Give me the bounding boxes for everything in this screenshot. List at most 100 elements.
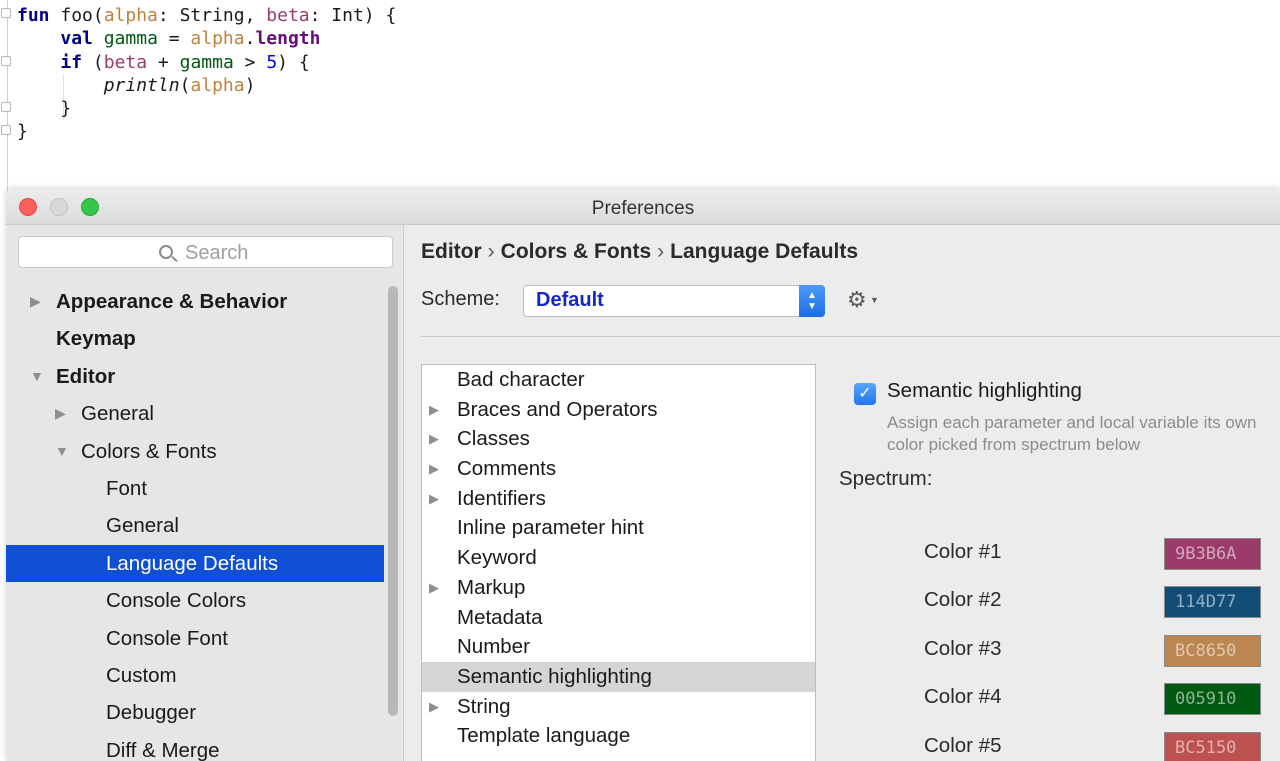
code-line[interactable]: } [17,120,396,143]
sidebar-item[interactable]: ▼ Editor [6,358,384,395]
collapsed-arrow-icon[interactable]: ▶ [429,395,439,425]
search-placeholder: Search [185,242,249,264]
sidebar-item[interactable]: Debugger [6,694,384,731]
spectrum-color-row: Color #5 BC5150 [924,731,1264,761]
sidebar-item[interactable]: ▶ General [6,395,384,432]
attribute-category-list[interactable]: Bad character ▶ Braces and Operators ▶ Class… [421,364,816,761]
code-line[interactable]: } [17,97,396,120]
search-input[interactable]: Search [18,236,393,268]
sidebar-scrollbar[interactable] [385,280,400,761]
collapsed-arrow-icon[interactable]: ▶ [429,424,439,454]
scheme-label: Scheme: [421,288,500,310]
title-bar[interactable]: Preferences [6,189,1280,225]
sidebar-item[interactable]: Diff & Merge [6,732,384,761]
collapsed-arrow-icon[interactable]: ▶ [55,395,66,432]
divider [421,336,1280,337]
fold-marker-icon[interactable] [1,102,11,112]
sidebar-item[interactable]: Font [6,470,384,507]
category-item[interactable]: Number [422,632,815,662]
scrollbar-thumb[interactable] [388,286,398,716]
collapsed-arrow-icon[interactable]: ▶ [429,573,439,603]
color-swatch-button[interactable]: 114D77 [1164,586,1261,619]
sidebar-item[interactable]: ▶ Appearance & Behavior [6,283,384,320]
color-swatch-button[interactable]: 005910 [1164,683,1261,716]
code-token: alpha [103,5,158,26]
collapsed-arrow-icon[interactable]: ▶ [429,454,439,484]
spectrum-label: Spectrum: [839,467,933,490]
category-item-label: Braces and Operators [457,397,658,421]
code-token: ) [244,74,256,96]
fold-marker-icon[interactable] [1,125,11,135]
code-line[interactable]: val gamma = alpha.length [17,27,396,50]
category-item[interactable]: Semantic highlighting [422,661,815,692]
sidebar-item[interactable]: Custom [6,657,384,694]
category-item[interactable]: Bad character [422,365,815,395]
code-token: } [17,98,72,120]
category-item[interactable]: ▶ Identifiers [422,484,815,514]
fold-marker-icon[interactable] [1,56,11,66]
sidebar-item-label: Font [106,476,148,500]
collapsed-arrow-icon[interactable]: ▶ [429,484,439,514]
category-item[interactable]: ▶ Braces and Operators [422,395,815,425]
sidebar-item-label: Editor [56,364,116,388]
code-token: ) { [277,51,310,73]
code-editor[interactable]: fun foo(alpha: String, beta: Int) { val … [0,0,1280,190]
sidebar-item[interactable]: Language Defaults [6,544,384,583]
category-item-label: Metadata [457,605,543,629]
code-token: 5 [266,51,278,73]
sidebar-item-label: General [106,514,179,538]
spectrum-color-label: Color #2 [924,588,1002,612]
collapsed-arrow-icon[interactable]: ▶ [429,692,439,722]
category-item[interactable]: Inline parameter hint [422,513,815,543]
expanded-arrow-icon[interactable]: ▼ [55,433,69,470]
collapsed-arrow-icon[interactable]: ▶ [30,283,41,320]
sidebar-item[interactable]: Console Font [6,620,384,657]
category-item[interactable]: ▶ String [422,692,815,722]
code-line[interactable]: fun foo(alpha: String, beta: Int) { [17,4,396,27]
breadcrumb-item: Colors & Fonts [500,240,652,263]
scheme-value: Default [536,289,604,311]
code-token: > [233,51,267,73]
expanded-arrow-icon[interactable]: ▼ [30,358,44,395]
code-line[interactable]: if (beta + gamma > 5) { [17,51,396,74]
color-swatch-button[interactable]: BC5150 [1164,731,1261,761]
settings-content: Editor › Colors & Fonts › Language Defaults … [405,225,1280,761]
sidebar-item-label: General [81,402,154,426]
scheme-dropdown[interactable]: Default ▲ ▼ [523,285,825,317]
breadcrumb-item: Editor [421,240,482,263]
spectrum-color-label: Color #1 [924,540,1002,563]
code-token: length [255,28,321,50]
sidebar-item-label: Keymap [56,327,136,351]
category-item[interactable]: ▶ Markup [422,573,815,603]
gear-icon[interactable]: ⚙ [847,287,867,313]
spectrum-color-row: Color #3 BC8650 [924,634,1264,667]
code-line[interactable]: println(alpha) [17,74,396,97]
fold-marker-icon[interactable] [1,8,11,18]
caret-down-icon[interactable]: ▼ [870,295,879,305]
chevron-updown-icon[interactable]: ▲ ▼ [799,285,825,317]
color-swatch-button[interactable]: 9B3B6A [1164,538,1261,570]
category-item[interactable]: ▶ Comments [422,454,815,484]
category-item[interactable]: Template language [422,721,815,751]
sidebar-item-label: Language Defaults [106,551,279,575]
spectrum-color-row: Color #4 005910 [924,683,1264,716]
code-token: gamma [103,28,158,50]
code-token: beta [266,5,310,26]
sidebar-item[interactable]: ▼ Colors & Fonts [6,433,384,470]
category-item-label: Semantic highlighting [457,664,652,688]
category-item[interactable]: ▶ Classes [422,424,815,454]
spectrum-color-label: Color #4 [924,685,1002,709]
code-token: alpha [190,74,245,96]
code-text[interactable]: fun foo(alpha: String, beta: Int) { val … [17,4,396,144]
category-item[interactable]: Keyword [422,543,815,573]
semantic-highlighting-checkbox[interactable]: ✓ [854,383,876,405]
sidebar-item[interactable]: Console Colors [6,582,384,619]
sidebar-item[interactable]: General [6,507,384,544]
category-item[interactable]: Metadata [422,603,815,633]
sidebar-item-label: Console Colors [106,589,247,613]
color-swatch-button[interactable]: BC8650 [1164,634,1261,667]
sidebar-item[interactable]: Keymap [6,320,384,357]
semantic-highlighting-label[interactable]: Semantic highlighting [887,379,1082,403]
